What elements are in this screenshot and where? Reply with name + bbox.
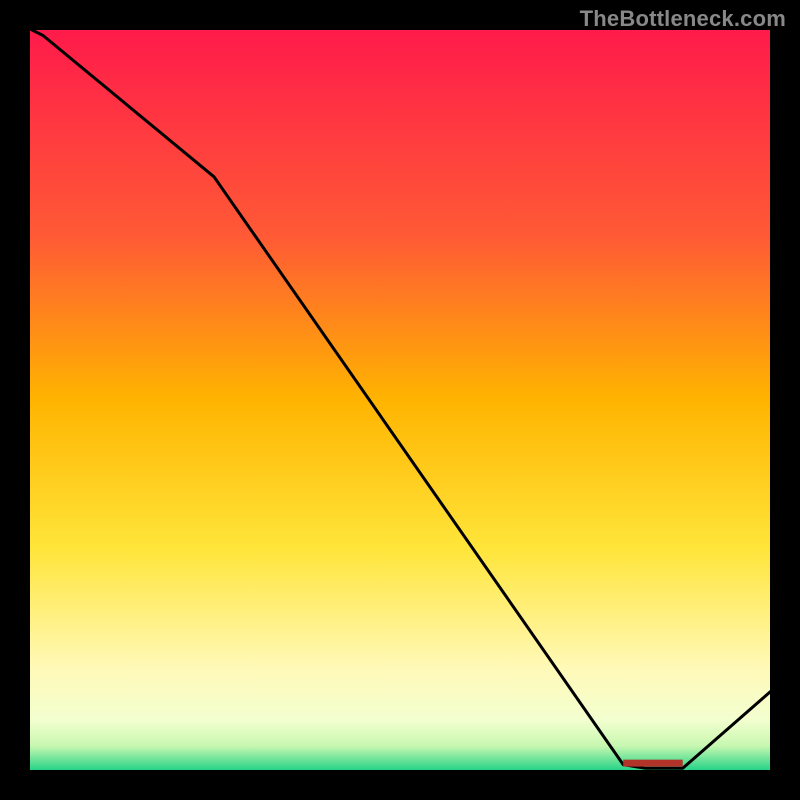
watermark-text: TheBottleneck.com: [580, 6, 786, 32]
chart-svg: [28, 28, 772, 772]
plot-area: [28, 28, 772, 772]
chart-stage: TheBottleneck.com: [0, 0, 800, 800]
gradient-background: [28, 28, 772, 772]
